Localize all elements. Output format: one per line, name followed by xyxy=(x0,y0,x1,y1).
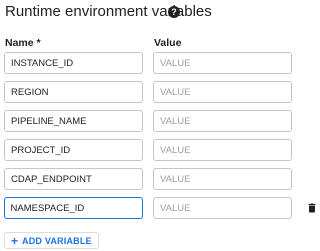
runtime-variables-panel: Runtime environment variables ? Name * V… xyxy=(0,0,320,251)
variable-value-input[interactable] xyxy=(153,52,292,74)
variable-value-input[interactable] xyxy=(153,168,292,190)
plus-icon: + xyxy=(11,233,19,248)
variable-row xyxy=(0,81,320,103)
delete-icon[interactable] xyxy=(306,202,318,214)
variable-value-input[interactable] xyxy=(153,110,292,132)
variable-name-input[interactable] xyxy=(4,139,143,161)
variable-value-input[interactable] xyxy=(153,197,292,219)
variable-name-input[interactable] xyxy=(4,168,143,190)
add-variable-label: ADD VARIABLE xyxy=(22,235,92,246)
variable-name-input[interactable] xyxy=(4,52,143,74)
variable-value-input[interactable] xyxy=(153,139,292,161)
variable-row xyxy=(0,139,320,161)
section-title: Runtime environment variables xyxy=(5,3,212,20)
add-variable-button[interactable]: + ADD VARIABLE xyxy=(4,232,99,249)
variable-row-focused xyxy=(0,197,320,219)
name-column-header: Name * xyxy=(5,37,41,49)
variable-name-input[interactable] xyxy=(4,197,143,219)
help-icon[interactable]: ? xyxy=(168,6,180,18)
variable-name-input[interactable] xyxy=(4,110,143,132)
variable-row xyxy=(0,52,320,74)
variable-row xyxy=(0,168,320,190)
variable-row xyxy=(0,110,320,132)
variable-name-input[interactable] xyxy=(4,81,143,103)
variable-value-input[interactable] xyxy=(153,81,292,103)
value-column-header: Value xyxy=(154,37,182,49)
